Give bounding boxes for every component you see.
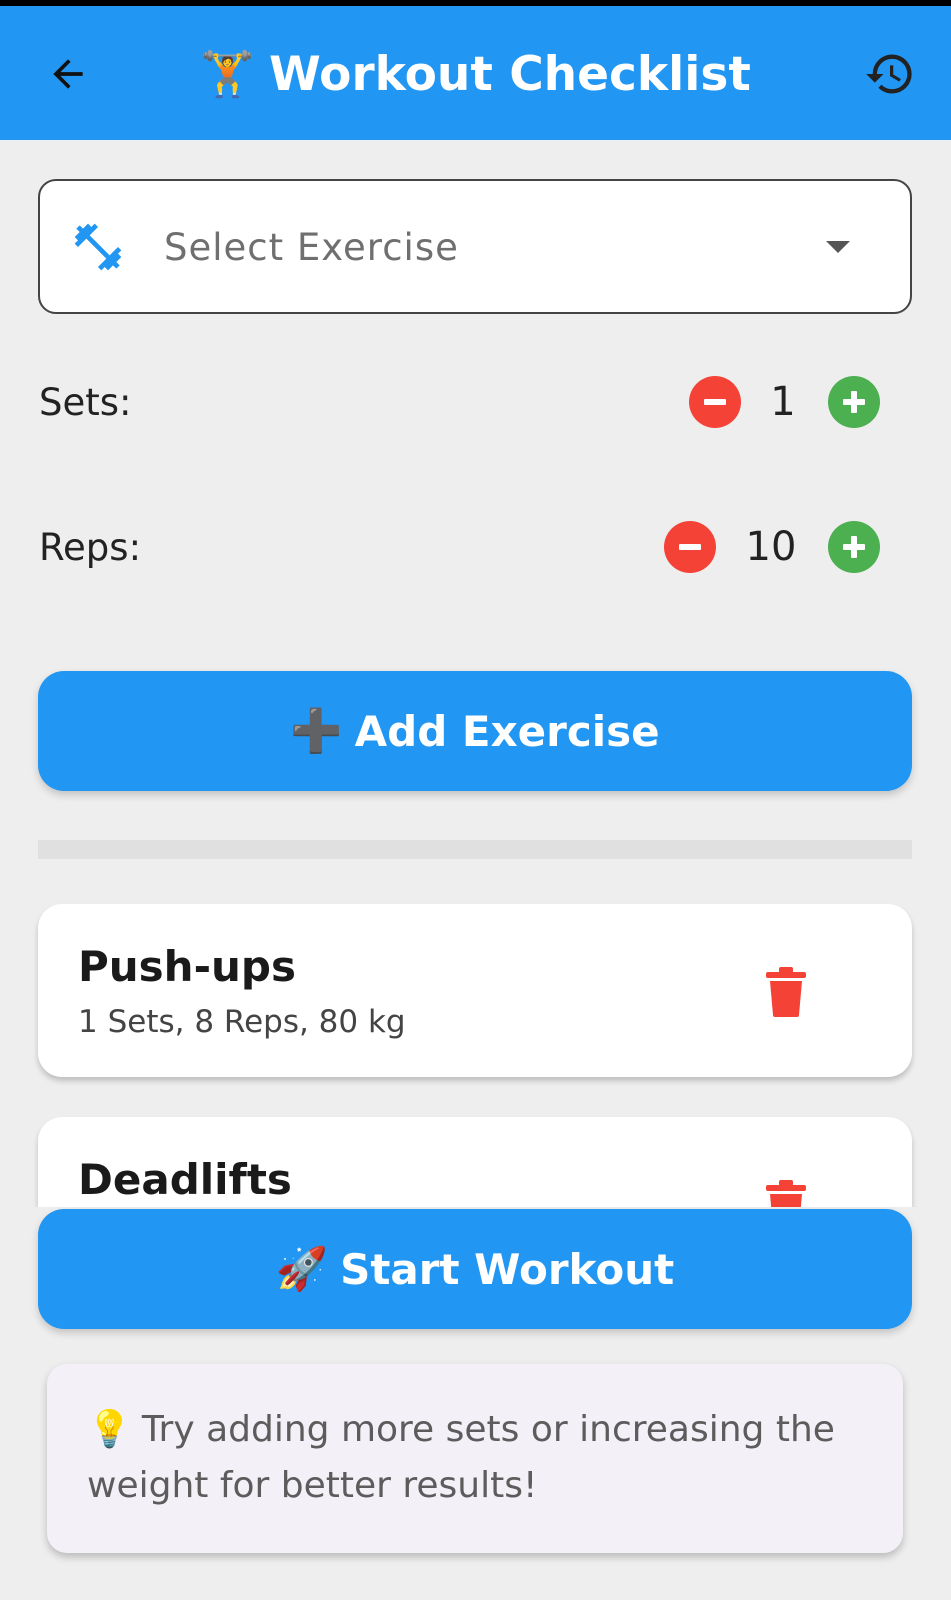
minus-icon: [704, 399, 726, 405]
delete-icon[interactable]: [764, 1179, 808, 1207]
history-button[interactable]: [858, 42, 922, 106]
dropdown-caret-icon: [826, 241, 850, 253]
start-workout-label: Start Workout: [340, 1244, 675, 1294]
exercise-card: Push-ups 1 Sets, 8 Reps, 80 kg: [38, 904, 912, 1077]
minus-icon: [679, 544, 701, 550]
exercise-select[interactable]: Select Exercise: [38, 179, 912, 314]
history-icon: [866, 54, 912, 94]
exercise-card: Deadlifts: [38, 1117, 912, 1207]
delete-icon[interactable]: [764, 966, 808, 1018]
dumbbell-icon: [74, 223, 122, 271]
page-title: 🏋️ Workout Checklist: [0, 42, 951, 106]
sets-label: Sets:: [39, 380, 132, 424]
sets-value: 1: [770, 379, 796, 425]
plus-emoji-icon: ➕: [290, 706, 343, 755]
start-workout-button[interactable]: 🚀 Start Workout: [38, 1209, 912, 1329]
page-title-text: Workout Checklist: [268, 46, 751, 102]
rocket-icon: 🚀: [275, 1244, 329, 1293]
plus-icon: [843, 391, 865, 413]
reps-value: 10: [745, 524, 797, 570]
exercise-name: Push-ups: [78, 942, 296, 991]
tip-card: 💡 Try adding more sets or increasing the …: [47, 1364, 903, 1553]
exercise-select-placeholder: Select Exercise: [164, 225, 459, 269]
plus-icon: [843, 536, 865, 558]
exercise-detail: 1 Sets, 8 Reps, 80 kg: [78, 1004, 406, 1040]
reps-label: Reps:: [39, 525, 142, 569]
exercise-list[interactable]: Push-ups 1 Sets, 8 Reps, 80 kg Deadlifts: [0, 880, 951, 1207]
sets-increment-button[interactable]: [828, 376, 880, 428]
lightbulb-icon: 💡: [87, 1409, 132, 1450]
add-exercise-label: Add Exercise: [354, 706, 660, 756]
exercise-name: Deadlifts: [78, 1155, 292, 1204]
reps-decrement-button[interactable]: [664, 521, 716, 573]
weightlifter-icon: 🏋️: [200, 49, 255, 100]
add-exercise-button[interactable]: ➕ Add Exercise: [38, 671, 912, 791]
sets-decrement-button[interactable]: [689, 376, 741, 428]
tip-text: Try adding more sets or increasing the w…: [87, 1409, 835, 1506]
reps-increment-button[interactable]: [828, 521, 880, 573]
divider: [38, 840, 912, 859]
app-bar: 🏋️ Workout Checklist: [0, 6, 951, 140]
